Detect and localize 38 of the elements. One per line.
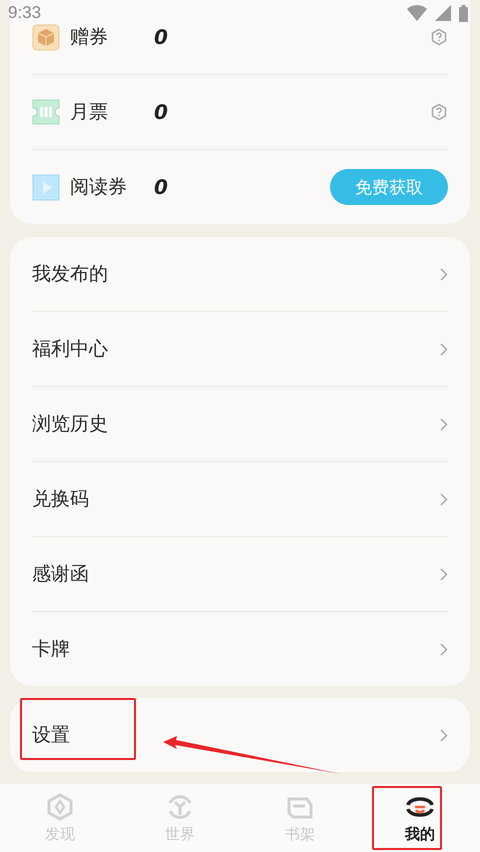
menu-label: 卡牌 bbox=[32, 637, 70, 662]
battery-icon bbox=[459, 4, 468, 22]
menu-item[interactable]: 我发布的 bbox=[32, 237, 448, 312]
status-time: 9:33 bbox=[8, 3, 42, 23]
nav-tab[interactable]: 我的 bbox=[360, 784, 480, 852]
menu-label: 浏览历史 bbox=[32, 412, 108, 437]
help-icon[interactable] bbox=[430, 103, 448, 121]
chevron-icon bbox=[440, 728, 448, 742]
chevron-icon bbox=[440, 492, 448, 506]
wallet-label: 赠券 bbox=[70, 25, 109, 50]
play-ticket-icon bbox=[32, 174, 60, 200]
wallet-label: 阅读券 bbox=[70, 175, 128, 200]
menu-label: 兑换码 bbox=[32, 487, 89, 512]
chevron-icon bbox=[440, 342, 448, 356]
menu-label: 感谢函 bbox=[32, 562, 89, 587]
wallet-count: 0 bbox=[154, 25, 169, 49]
menu-label: 福利中心 bbox=[32, 337, 108, 362]
chevron-icon bbox=[440, 418, 448, 430]
menu-item[interactable]: 兑换码 bbox=[32, 462, 448, 537]
ticket-icon bbox=[32, 99, 60, 125]
chevron-icon bbox=[440, 568, 448, 580]
help-icon[interactable] bbox=[430, 28, 448, 46]
menu-label: 设置 bbox=[32, 723, 70, 748]
wallet-count: 0 bbox=[154, 175, 169, 199]
chevron-icon bbox=[440, 268, 448, 280]
diamond-icon bbox=[46, 792, 74, 820]
chevron-icon bbox=[440, 642, 448, 656]
signal-icon bbox=[435, 5, 451, 21]
menu-label: 我发布的 bbox=[32, 262, 108, 287]
wallet-label: 月票 bbox=[70, 100, 109, 125]
wifi-icon bbox=[407, 5, 427, 21]
box-icon bbox=[32, 24, 60, 50]
menu-item[interactable]: 感谢函 bbox=[32, 537, 448, 612]
menu-item[interactable]: 设置 bbox=[32, 698, 448, 772]
menu-item[interactable]: 福利中心 bbox=[32, 312, 448, 387]
menu-item[interactable]: 卡牌 bbox=[32, 612, 448, 686]
wallet-count: 0 bbox=[154, 100, 169, 124]
menu-item[interactable]: 浏览历史 bbox=[32, 387, 448, 462]
